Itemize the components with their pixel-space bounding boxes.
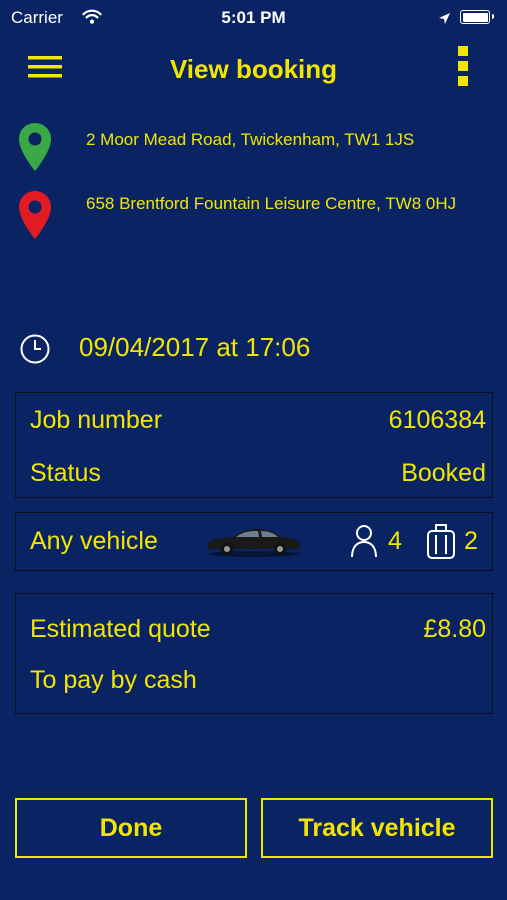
- status-bar: Carrier 5:01 PM: [0, 0, 507, 36]
- dropoff-address: 658 Brentford Fountain Leisure Centre, T…: [86, 194, 457, 213]
- car-icon: [205, 524, 301, 563]
- pickup-address: 2 Moor Mead Road, Twickenham, TW1 1JS: [86, 130, 415, 149]
- dropoff-pin-icon: [18, 190, 52, 245]
- quote-label: Estimated quote: [30, 615, 211, 643]
- clock-time: 5:01 PM: [221, 8, 286, 27]
- location-arrow-icon: [438, 10, 451, 30]
- clock-icon: [19, 333, 51, 370]
- job-number-value: 6106384: [388, 406, 486, 434]
- quote-amount: £8.80: [423, 615, 486, 643]
- pickup-pin-icon: [18, 122, 52, 177]
- job-card: Job number 6106384 Status Booked: [15, 392, 493, 498]
- quote-card: Estimated quote £8.80 To pay by cash: [15, 593, 493, 714]
- job-number-label: Job number: [30, 406, 163, 434]
- luggage-count: 2: [464, 527, 478, 555]
- luggage-icon: [426, 523, 456, 564]
- booking-datetime: 09/04/2017 at 17:06: [79, 332, 311, 362]
- page-title: View booking: [169, 54, 338, 84]
- passenger-count: 4: [388, 527, 402, 555]
- payment-method: To pay by cash: [30, 666, 197, 694]
- header: View booking: [0, 36, 507, 100]
- booking-time-row: 09/04/2017 at 17:06: [0, 324, 507, 370]
- status-label: Status: [30, 459, 101, 487]
- dropoff-row: 658 Brentford Fountain Leisure Centre, T…: [0, 190, 507, 246]
- vehicle-card: Any vehicle 4 2: [15, 512, 493, 571]
- battery-icon: [460, 10, 494, 24]
- track-vehicle-button[interactable]: Track vehicle: [261, 798, 493, 858]
- status-value: Booked: [401, 459, 486, 487]
- passenger-icon: [350, 523, 378, 564]
- pickup-row: 2 Moor Mead Road, Twickenham, TW1 1JS: [0, 118, 507, 174]
- vehicle-type: Any vehicle: [30, 527, 158, 555]
- done-button[interactable]: Done: [15, 798, 247, 858]
- kebab-more-icon[interactable]: [455, 46, 471, 86]
